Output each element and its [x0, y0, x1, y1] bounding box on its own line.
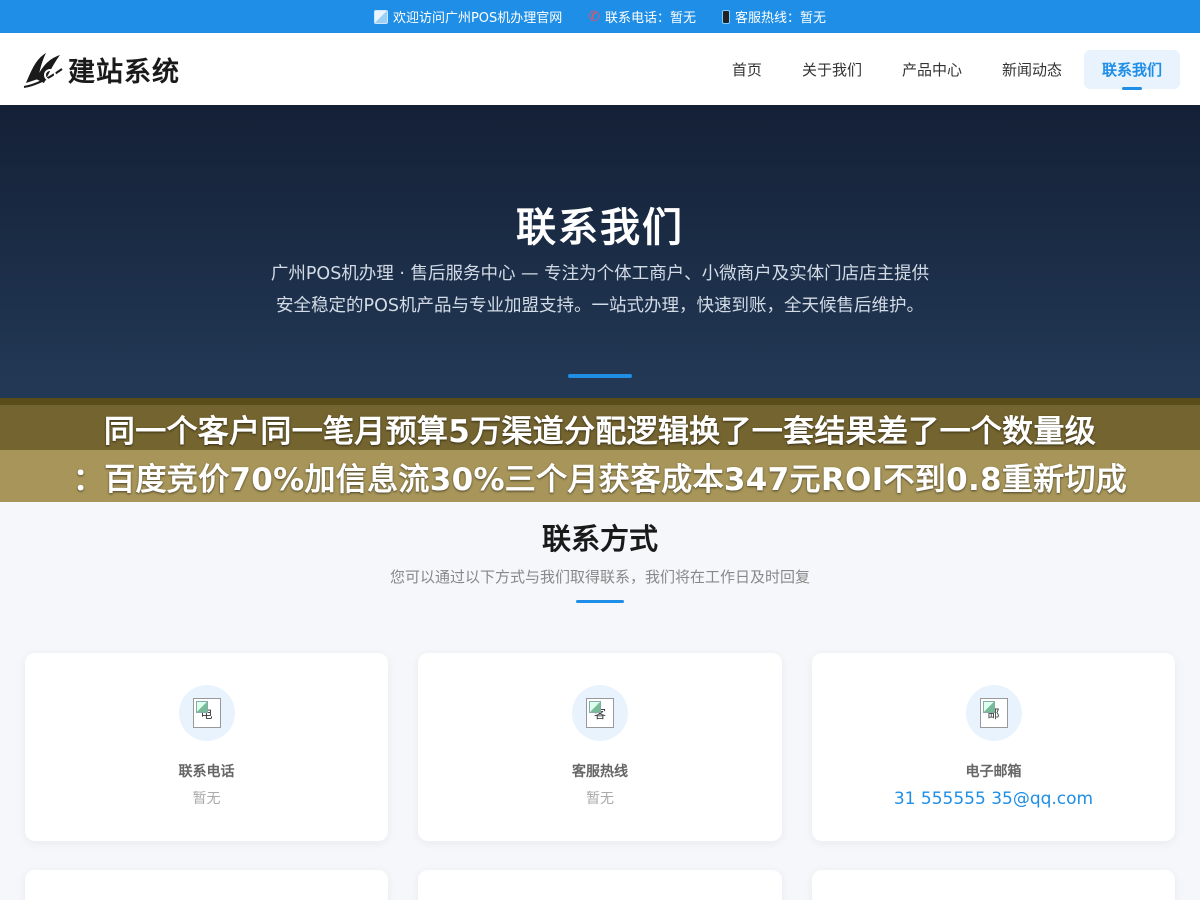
section-subtitle: 您可以通过以下方式与我们取得联系，我们将在工作日及时回复	[389, 568, 810, 586]
logo-text: 建站系统	[68, 56, 180, 88]
contact-card-row2-2	[418, 870, 782, 900]
section-divider	[576, 600, 624, 603]
top-info-bar: 欢迎访问广州POS机办理官网 ✆ 联系电话：暂无 客服热线：暂无	[0, 0, 1200, 33]
nav-item-about[interactable]: 关于我们	[784, 50, 880, 89]
card-label: 客服热线	[572, 764, 628, 780]
contact-card-row2-1	[25, 870, 388, 900]
image-icon	[373, 9, 388, 24]
overlay-line-2: ：百度竞价70%加信息流30%三个月获客成本347元ROI不到0.8重新切成	[72, 462, 1128, 498]
card-value: 暂无	[586, 791, 614, 807]
contact-card-phone: 电 联系电话 暂无	[25, 653, 388, 841]
contact-section: 联系方式 您可以通过以下方式与我们取得联系，我们将在工作日及时回复 电 联系电话…	[0, 502, 1200, 900]
hero-banner: 联系我们 广州POS机办理 · 售后服务中心 — 专注为个体工商户、小微商户及实…	[0, 105, 1200, 405]
hero-divider	[568, 374, 632, 378]
email-icon-circle: 邮	[965, 685, 1022, 741]
nav-item-news[interactable]: 新闻动态	[984, 50, 1080, 89]
page-title: 联系我们	[516, 205, 684, 251]
email-link[interactable]: 31 555555 35@qq.com	[812, 789, 1175, 809]
card-label: 电子邮箱	[965, 764, 1022, 780]
nav-item-home[interactable]: 首页	[714, 50, 780, 89]
nav-item-contact[interactable]: 联系我们	[1083, 49, 1180, 90]
welcome-item: 欢迎访问广州POS机办理官网	[373, 7, 563, 26]
section-title: 联系方式	[541, 522, 658, 556]
nav-item-products[interactable]: 产品中心	[884, 50, 980, 89]
welcome-text: 欢迎访问广州POS机办理官网	[392, 11, 563, 26]
contact-card-row2-3	[812, 870, 1175, 900]
card-value: 暂无	[192, 791, 221, 807]
site-header: 建站系统 首页 关于我们 产品中心 新闻动态 联系我们	[0, 33, 1200, 105]
hero-description: 广州POS机办理 · 售后服务中心 — 专注为个体工商户、小微商户及实体门店店主…	[270, 264, 930, 316]
service-icon: 客	[586, 698, 614, 728]
hotline-icon-circle: 客	[572, 685, 628, 741]
hotline-item: 客服热线：暂无	[722, 7, 826, 26]
mobile-icon	[722, 9, 731, 24]
overlay-line-1: 同一个客户同一笔月预算5万渠道分配逻辑换了一套结果差了一个数量级	[103, 414, 1097, 450]
phone-icon: 电	[192, 698, 221, 728]
site-logo[interactable]: 建站系统	[22, 49, 180, 89]
phone-icon-circle: 电	[178, 685, 235, 741]
overlay-caption: 同一个客户同一笔月预算5万渠道分配逻辑换了一套结果差了一个数量级 ：百度竞价70…	[0, 398, 1200, 502]
email-icon: 邮	[979, 698, 1008, 728]
phone-text: 联系电话：暂无	[605, 11, 697, 26]
contact-card-email: 邮 电子邮箱 31 555555 35@qq.com	[812, 653, 1175, 841]
card-label: 联系电话	[178, 764, 235, 780]
hotline-text: 客服热线：暂无	[735, 11, 827, 26]
contact-card-hotline: 客 客服热线 暂无	[418, 653, 782, 841]
phone-icon: ✆	[588, 8, 601, 25]
logo-mark-icon	[23, 53, 63, 88]
main-nav: 首页 关于我们 产品中心 新闻动态 联系我们	[714, 49, 1180, 90]
phone-item: ✆ 联系电话：暂无	[588, 7, 697, 27]
